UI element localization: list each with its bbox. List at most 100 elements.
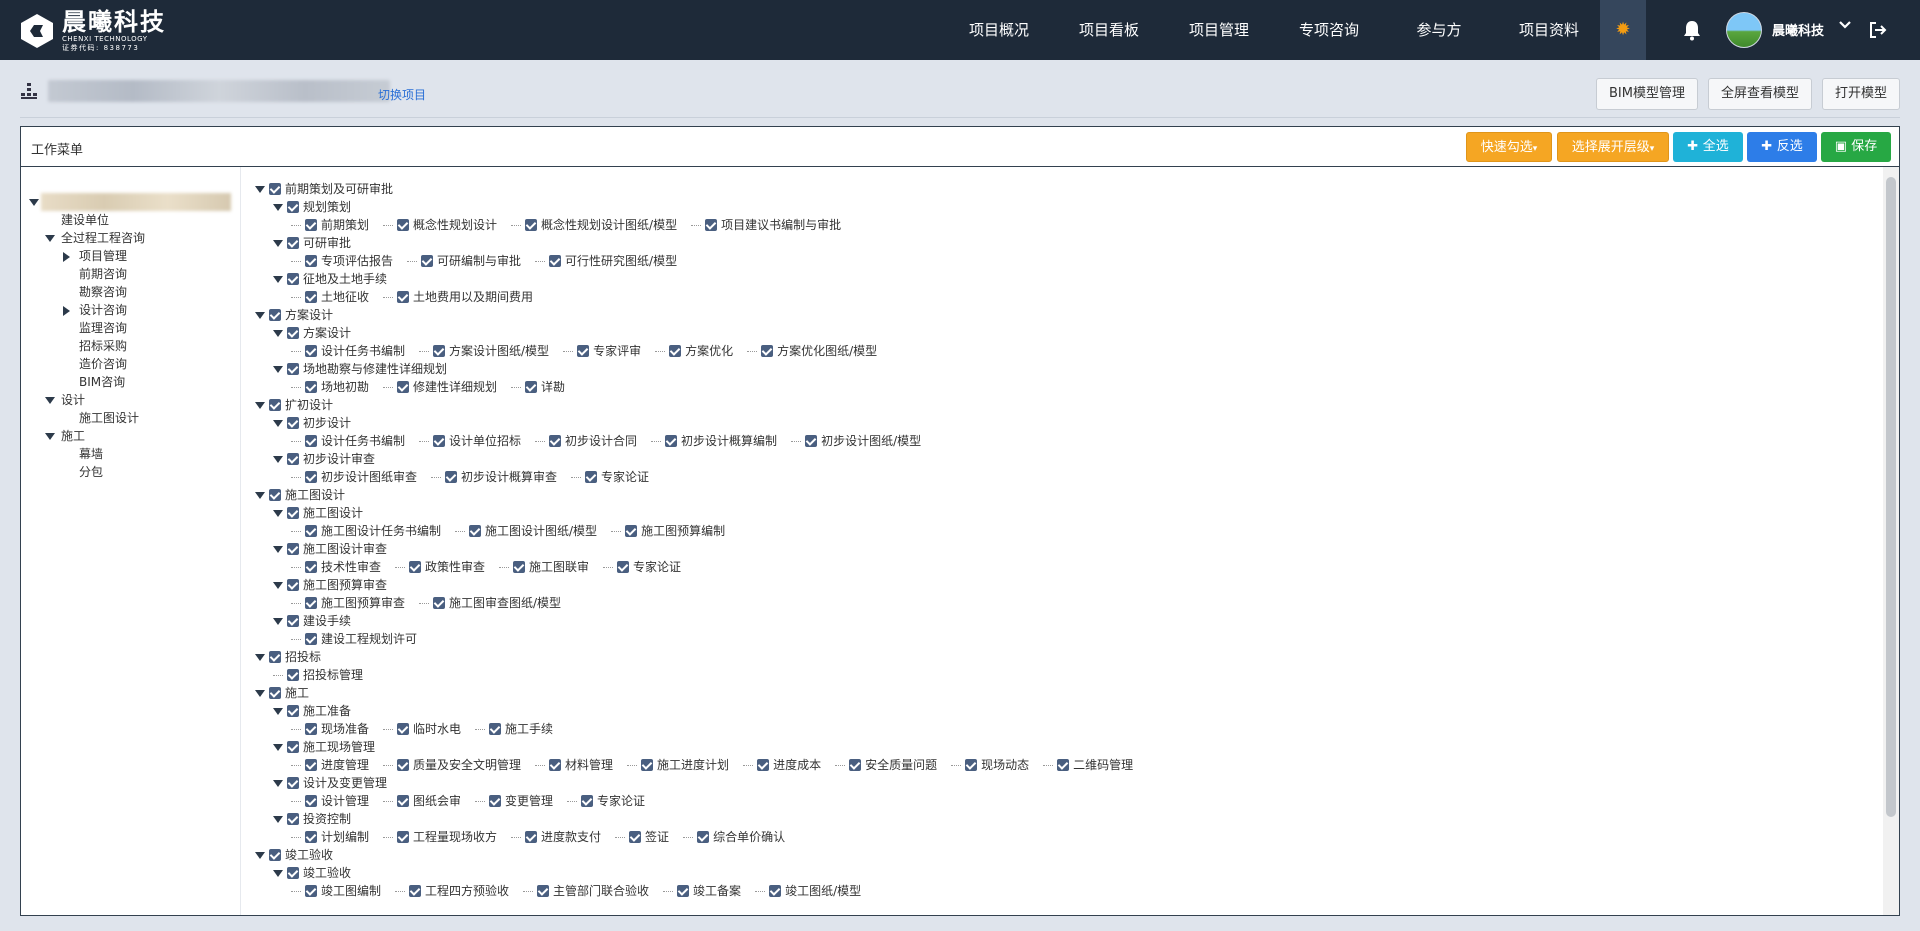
checkbox[interactable] — [287, 363, 299, 375]
checkbox[interactable] — [433, 435, 446, 447]
logout-icon[interactable] — [1868, 20, 1888, 40]
caret-down-icon[interactable] — [273, 779, 283, 787]
checkbox[interactable] — [397, 795, 410, 807]
nav-project-management[interactable]: 项目管理 — [1164, 0, 1274, 60]
checkbox[interactable] — [581, 795, 594, 807]
caret-down-icon[interactable] — [273, 275, 283, 283]
tree-leaf-item[interactable]: 图纸会审 — [383, 792, 461, 810]
tree-leaf-item[interactable]: 进度成本 — [743, 756, 821, 774]
user-name[interactable]: 晨曦科技 — [1772, 20, 1824, 39]
checkbox[interactable] — [421, 255, 434, 267]
checkbox[interactable] — [287, 741, 299, 753]
checkbox[interactable] — [625, 525, 638, 537]
tree-leaf-item[interactable]: 专家评审 — [563, 342, 641, 360]
tree-leaf-item[interactable]: 施工图设计图纸/模型 — [455, 522, 597, 540]
checkbox[interactable] — [269, 687, 281, 699]
org-tree-item[interactable]: 施工图设计 — [63, 409, 139, 427]
org-tree-item[interactable]: 招标采购 — [63, 337, 127, 355]
checkbox[interactable] — [287, 543, 299, 555]
tree-leaf-item[interactable]: 初步设计合同 — [535, 432, 637, 450]
expand-level-button[interactable]: 选择展开层级▾ — [1557, 132, 1669, 162]
tree-leaf-item[interactable]: 招投标管理 — [273, 666, 363, 684]
tree-leaf-item[interactable]: 竣工备案 — [663, 882, 741, 900]
tree-leaf-item[interactable]: 材料管理 — [535, 756, 613, 774]
checkbox[interactable] — [305, 885, 317, 897]
bell-icon[interactable] — [1680, 18, 1704, 42]
checkbox[interactable] — [489, 795, 502, 807]
tree-leaf-item[interactable]: 变更管理 — [475, 792, 553, 810]
tree-leaf-item[interactable]: 施工图预算审查 — [291, 594, 405, 612]
caret-down-icon[interactable] — [273, 365, 283, 373]
checkbox[interactable] — [305, 561, 317, 573]
org-tree-item[interactable]: 前期咨询 — [63, 265, 127, 283]
caret-down-icon[interactable] — [45, 229, 61, 247]
caret-down-icon[interactable] — [273, 509, 283, 517]
tree-leaf-item[interactable]: 专项评估报告 — [291, 252, 393, 270]
checkbox[interactable] — [805, 435, 818, 447]
checkbox[interactable] — [287, 777, 299, 789]
caret-right-icon[interactable] — [63, 301, 79, 319]
nav-project-overview[interactable]: 项目概况 — [944, 0, 1054, 60]
checkbox[interactable] — [287, 507, 299, 519]
checkbox[interactable] — [305, 723, 317, 735]
tree-leaf-item[interactable]: 进度款支付 — [511, 828, 601, 846]
caret-down-icon[interactable] — [255, 401, 265, 409]
tree-leaf-item[interactable]: 质量及安全文明管理 — [383, 756, 521, 774]
tree-leaf-item[interactable]: 施工进度计划 — [627, 756, 729, 774]
checkbox[interactable] — [305, 471, 317, 483]
checkbox[interactable] — [629, 831, 642, 843]
checkbox[interactable] — [287, 417, 299, 429]
org-tree-item[interactable]: 设计咨询 — [63, 301, 127, 319]
caret-down-icon[interactable] — [255, 689, 265, 697]
checkbox[interactable] — [305, 255, 317, 267]
tree-leaf-item[interactable]: 初步设计图纸/模型 — [791, 432, 921, 450]
org-tree-item[interactable]: 勘察咨询 — [63, 283, 127, 301]
bim-model-management-button[interactable]: BIM模型管理 — [1596, 78, 1698, 110]
checkbox[interactable] — [269, 849, 281, 861]
tree-leaf-item[interactable]: 施工图预算编制 — [611, 522, 725, 540]
brand-logo[interactable]: 晨曦科技 CHENXI TECHNOLOGY 证券代码: 838773 — [18, 9, 166, 53]
tree-leaf-item[interactable]: 概念性规划设计 — [383, 216, 497, 234]
tree-leaf-item[interactable]: 方案设计图纸/模型 — [419, 342, 549, 360]
checkbox[interactable] — [287, 615, 299, 627]
caret-down-icon[interactable] — [45, 391, 61, 409]
checkbox[interactable] — [305, 345, 317, 357]
checkbox[interactable] — [549, 435, 562, 447]
tree-leaf-item[interactable]: 可行性研究图纸/模型 — [535, 252, 677, 270]
checkbox[interactable] — [433, 597, 446, 609]
nav-project-documents[interactable]: 项目资料 — [1494, 0, 1604, 60]
tree-leaf-item[interactable]: 政策性审查 — [395, 558, 485, 576]
org-tree-item[interactable]: 项目管理 — [63, 247, 127, 265]
org-tree-item[interactable]: 建设单位 — [45, 211, 109, 229]
checkbox[interactable] — [697, 831, 710, 843]
checkbox[interactable] — [469, 525, 482, 537]
tree-leaf-item[interactable]: 概念性规划设计图纸/模型 — [511, 216, 677, 234]
org-tree-item[interactable]: 设计 — [45, 391, 85, 409]
tree-leaf-item[interactable]: 项目建议书编制与审批 — [691, 216, 841, 234]
org-tree-item[interactable]: BIM咨询 — [63, 373, 125, 391]
nav-participants[interactable]: 参与方 — [1384, 0, 1494, 60]
checkbox[interactable] — [287, 705, 299, 717]
tree-leaf-item[interactable]: 场地初勘 — [291, 378, 369, 396]
caret-down-icon[interactable] — [255, 491, 265, 499]
checkbox[interactable] — [397, 831, 410, 843]
tree-leaf-item[interactable]: 设计管理 — [291, 792, 369, 810]
org-tree-item[interactable]: 分包 — [63, 463, 103, 481]
tree-leaf-item[interactable]: 施工手续 — [475, 720, 553, 738]
tree-leaf-item[interactable]: 设计任务书编制 — [291, 432, 405, 450]
tree-leaf-item[interactable]: 初步设计概算编制 — [651, 432, 777, 450]
tree-root-toggle[interactable] — [29, 193, 39, 211]
checkbox[interactable] — [269, 399, 281, 411]
avatar[interactable] — [1726, 12, 1762, 48]
caret-down-icon[interactable] — [273, 239, 283, 247]
tree-leaf-item[interactable]: 方案优化 — [655, 342, 733, 360]
fullscreen-model-button[interactable]: 全屏查看模型 — [1708, 78, 1813, 110]
nav-special-consulting[interactable]: 专项咨询 — [1274, 0, 1384, 60]
checkbox[interactable] — [769, 885, 782, 897]
tree-leaf-item[interactable]: 施工图设计任务书编制 — [291, 522, 441, 540]
checkbox[interactable] — [665, 435, 678, 447]
caret-down-icon[interactable] — [273, 329, 283, 337]
chevron-down-icon[interactable] — [1838, 18, 1852, 36]
checkbox[interactable] — [409, 885, 422, 897]
checkbox[interactable] — [397, 759, 410, 771]
